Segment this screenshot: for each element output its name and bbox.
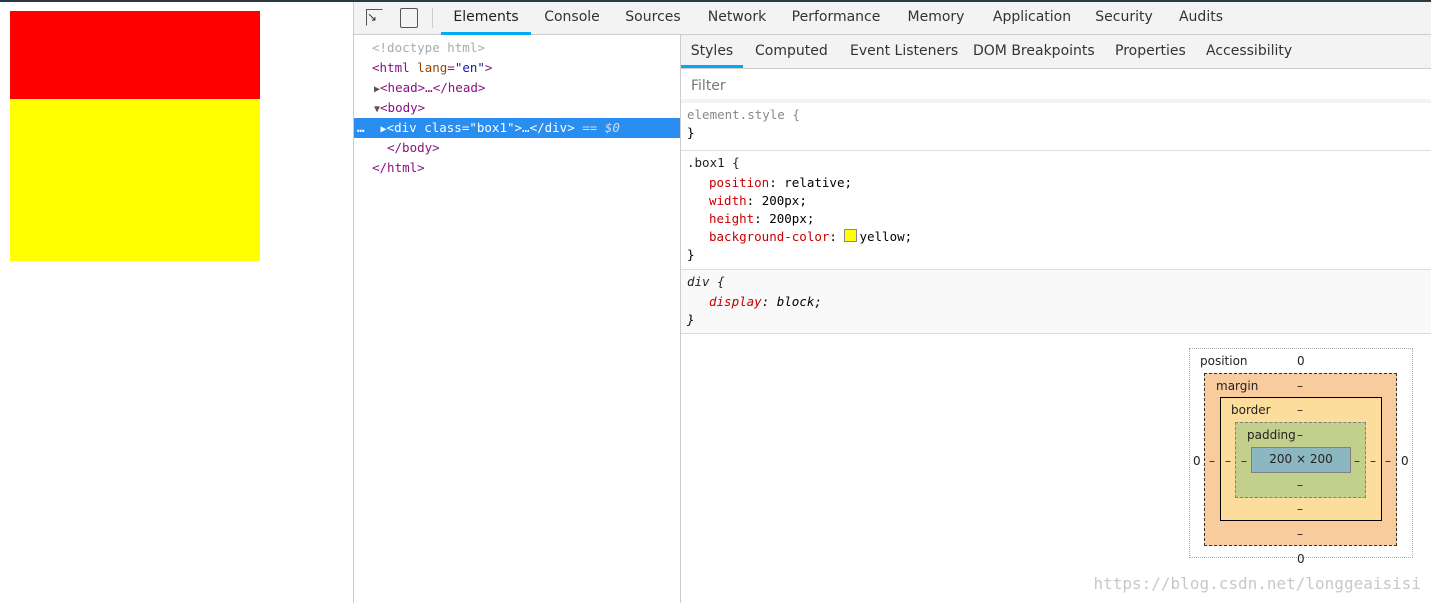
prop-name: background-color — [709, 229, 830, 244]
doctype-node[interactable]: <!doctype html> — [354, 38, 698, 58]
html-node[interactable]: <html lang="en"> — [354, 58, 698, 78]
padding-bottom-value[interactable]: – — [1297, 478, 1303, 492]
styles-pane: Styles Computed Event Listeners DOM Brea… — [681, 35, 1431, 603]
padding-right-value[interactable]: – — [1354, 454, 1360, 468]
inspect-element-icon[interactable]: ↘ — [366, 9, 383, 26]
padding-label: padding — [1247, 428, 1296, 442]
html-val: "en" — [454, 60, 485, 75]
expand-triangle-icon[interactable]: ▶ — [365, 124, 387, 135]
margin-bottom-value[interactable]: – — [1297, 527, 1303, 541]
more-options-icon[interactable]: … — [354, 120, 365, 135]
dom-tree: <!doctype html> <html lang="en"> ▶<head>… — [354, 35, 681, 603]
tab-memory[interactable]: Memory — [899, 2, 973, 33]
head-text: <head>…</head> — [380, 80, 486, 95]
div-tag: <div — [386, 120, 417, 135]
body-close-node[interactable]: </body> — [354, 138, 713, 158]
padding-top-value[interactable]: – — [1297, 428, 1303, 442]
rule-element-style: element.style { } — [681, 103, 1431, 151]
position-bottom-value[interactable]: 0 — [1297, 552, 1305, 566]
rule-box1: .box1 { position: relative; width: 200px… — [681, 151, 1431, 270]
border-bottom-value[interactable]: – — [1297, 502, 1303, 516]
body-node[interactable]: ▼<body> — [354, 98, 700, 118]
margin-label: margin — [1216, 379, 1259, 393]
prop-value: relative; — [784, 175, 853, 190]
body-text: <body> — [380, 100, 426, 115]
div-selector: div { — [687, 274, 725, 289]
div-val: "box1" — [469, 120, 515, 135]
tab-performance[interactable]: Performance — [786, 2, 886, 33]
subtab-properties[interactable]: Properties — [1115, 35, 1186, 68]
rule-div-useragent: div { display: block; } — [681, 270, 1431, 334]
color-swatch[interactable] — [844, 229, 858, 242]
html-attr: lang — [409, 60, 448, 75]
prop-display: display: block; — [709, 294, 822, 309]
padding-left-value[interactable]: – — [1241, 454, 1247, 468]
tab-network[interactable]: Network — [698, 2, 776, 33]
position-right-value[interactable]: 0 — [1401, 454, 1409, 468]
tab-audits[interactable]: Audits — [1171, 2, 1231, 33]
tab-security[interactable]: Security — [1090, 2, 1158, 33]
prop-value: 200px; — [769, 211, 815, 226]
selected-div-node[interactable]: … ▶<div class="box1">…</div> == $0 — [354, 118, 680, 138]
prop-value: 200px; — [761, 193, 807, 208]
device-toolbar-icon[interactable] — [400, 8, 418, 28]
filter-input[interactable]: Filter — [685, 73, 1430, 99]
subtab-event-listeners[interactable]: Event Listeners — [850, 35, 958, 68]
prop-name: display — [709, 294, 762, 309]
html-tag: <html — [372, 60, 410, 75]
position-label: position — [1200, 354, 1248, 368]
rule-close: } — [687, 125, 695, 140]
prop-name: position — [709, 175, 770, 190]
div-rest: >…</div> — [514, 120, 575, 135]
border-left-value[interactable]: – — [1225, 454, 1231, 468]
subtab-computed[interactable]: Computed — [755, 35, 828, 68]
border-label: border — [1231, 403, 1271, 417]
red-box — [10, 11, 260, 99]
prop-width[interactable]: width: 200px; — [709, 192, 807, 210]
devtools-panel: ↘ Elements Console Sources Network Perfo… — [353, 2, 1431, 603]
prop-height[interactable]: height: 200px; — [709, 210, 814, 228]
prop-name: height — [709, 211, 755, 226]
devtools-toolbar: ↘ Elements Console Sources Network Perfo… — [354, 2, 1431, 35]
styles-subtabs: Styles Computed Event Listeners DOM Brea… — [681, 35, 1431, 69]
selected-marker: == $0 — [582, 120, 620, 135]
subtab-dom-breakpoints[interactable]: DOM Breakpoints — [973, 35, 1095, 68]
html-close-node[interactable]: </html> — [354, 158, 698, 178]
tab-application[interactable]: Application — [984, 2, 1080, 33]
rule-close: } — [687, 312, 695, 327]
prop-background-color[interactable]: background-color: yellow; — [709, 228, 912, 246]
box-model: position 0 0 0 0 margin – – – – border –… — [1189, 348, 1429, 566]
prop-value: block; — [776, 294, 822, 309]
content-size[interactable]: 200 × 200 — [1251, 452, 1351, 466]
prop-position[interactable]: position: relative; — [709, 174, 852, 192]
watermark: https://blog.csdn.net/longgeaisisi — [1093, 574, 1421, 593]
tab-elements[interactable]: Elements — [441, 2, 531, 35]
position-left-value[interactable]: 0 — [1193, 454, 1201, 468]
html-bracket: > — [484, 60, 493, 75]
box1-selector[interactable]: .box1 { — [687, 154, 740, 172]
rule-close: } — [687, 247, 695, 262]
tab-sources[interactable]: Sources — [618, 2, 688, 33]
div-attr: class — [416, 120, 462, 135]
prop-value: yellow; — [859, 229, 913, 244]
position-top-value[interactable]: 0 — [1297, 354, 1305, 368]
html-eq: = — [447, 60, 455, 75]
margin-right-value[interactable]: – — [1385, 454, 1391, 468]
toolbar-divider — [432, 8, 433, 28]
head-node[interactable]: ▶<head>…</head> — [354, 78, 700, 98]
yellow-box — [10, 99, 260, 261]
border-right-value[interactable]: – — [1370, 454, 1376, 468]
tab-console[interactable]: Console — [534, 2, 610, 33]
subtab-styles[interactable]: Styles — [681, 35, 743, 68]
subtab-accessibility[interactable]: Accessibility — [1206, 35, 1292, 68]
prop-name: width — [709, 193, 747, 208]
margin-left-value[interactable]: – — [1209, 454, 1215, 468]
margin-top-value[interactable]: – — [1297, 379, 1303, 393]
border-top-value[interactable]: – — [1297, 403, 1303, 417]
element-style-selector[interactable]: element.style { — [687, 106, 800, 124]
